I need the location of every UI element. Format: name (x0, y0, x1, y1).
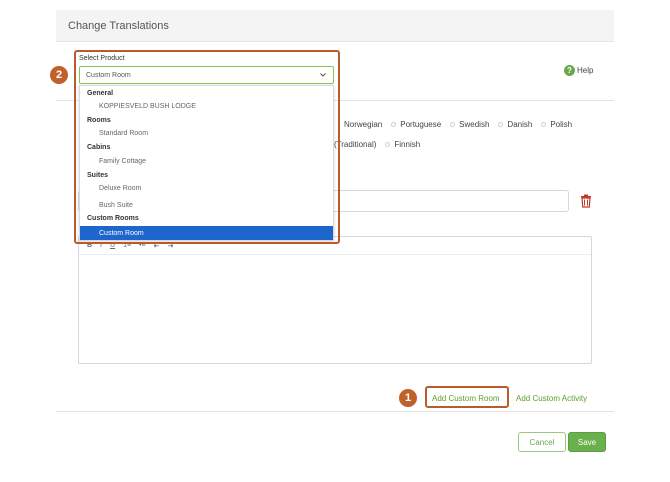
language-option-norwegian[interactable]: Norwegian (336, 120, 382, 129)
language-option-danish[interactable]: Danish (498, 120, 532, 129)
language-option-portuguese[interactable]: Portuguese (391, 120, 441, 129)
callout-highlight-select-product (74, 50, 340, 244)
callout-highlight-add-custom-room (425, 386, 509, 408)
add-custom-activity-link[interactable]: Add Custom Activity (516, 394, 587, 403)
language-option-swedish[interactable]: Swedish (450, 120, 489, 129)
help-label: Help (577, 66, 594, 75)
cancel-button[interactable]: Cancel (518, 432, 566, 452)
modal-header: Change Translations (56, 10, 614, 42)
save-button[interactable]: Save (568, 432, 606, 452)
description-editor[interactable]: B I U 1≡ •≡ ⇤ ⇥ (78, 236, 592, 364)
divider (56, 411, 614, 412)
help-icon: ? (564, 65, 575, 76)
language-option-polish[interactable]: Polish (541, 120, 572, 129)
language-options-row-1: Norwegian Portuguese Swedish Danish Poli… (336, 120, 581, 129)
help-link[interactable]: ? Help (564, 65, 593, 76)
language-option-finnish[interactable]: Finnish (385, 140, 420, 149)
language-options-row-2: (Traditional) Finnish (334, 140, 429, 149)
page-title: Change Translations (68, 20, 169, 32)
language-option-chinese-traditional[interactable]: (Traditional) (334, 140, 376, 149)
trash-icon[interactable] (580, 194, 592, 208)
callout-badge-1: 1 (399, 389, 417, 407)
callout-badge-2: 2 (50, 66, 68, 84)
